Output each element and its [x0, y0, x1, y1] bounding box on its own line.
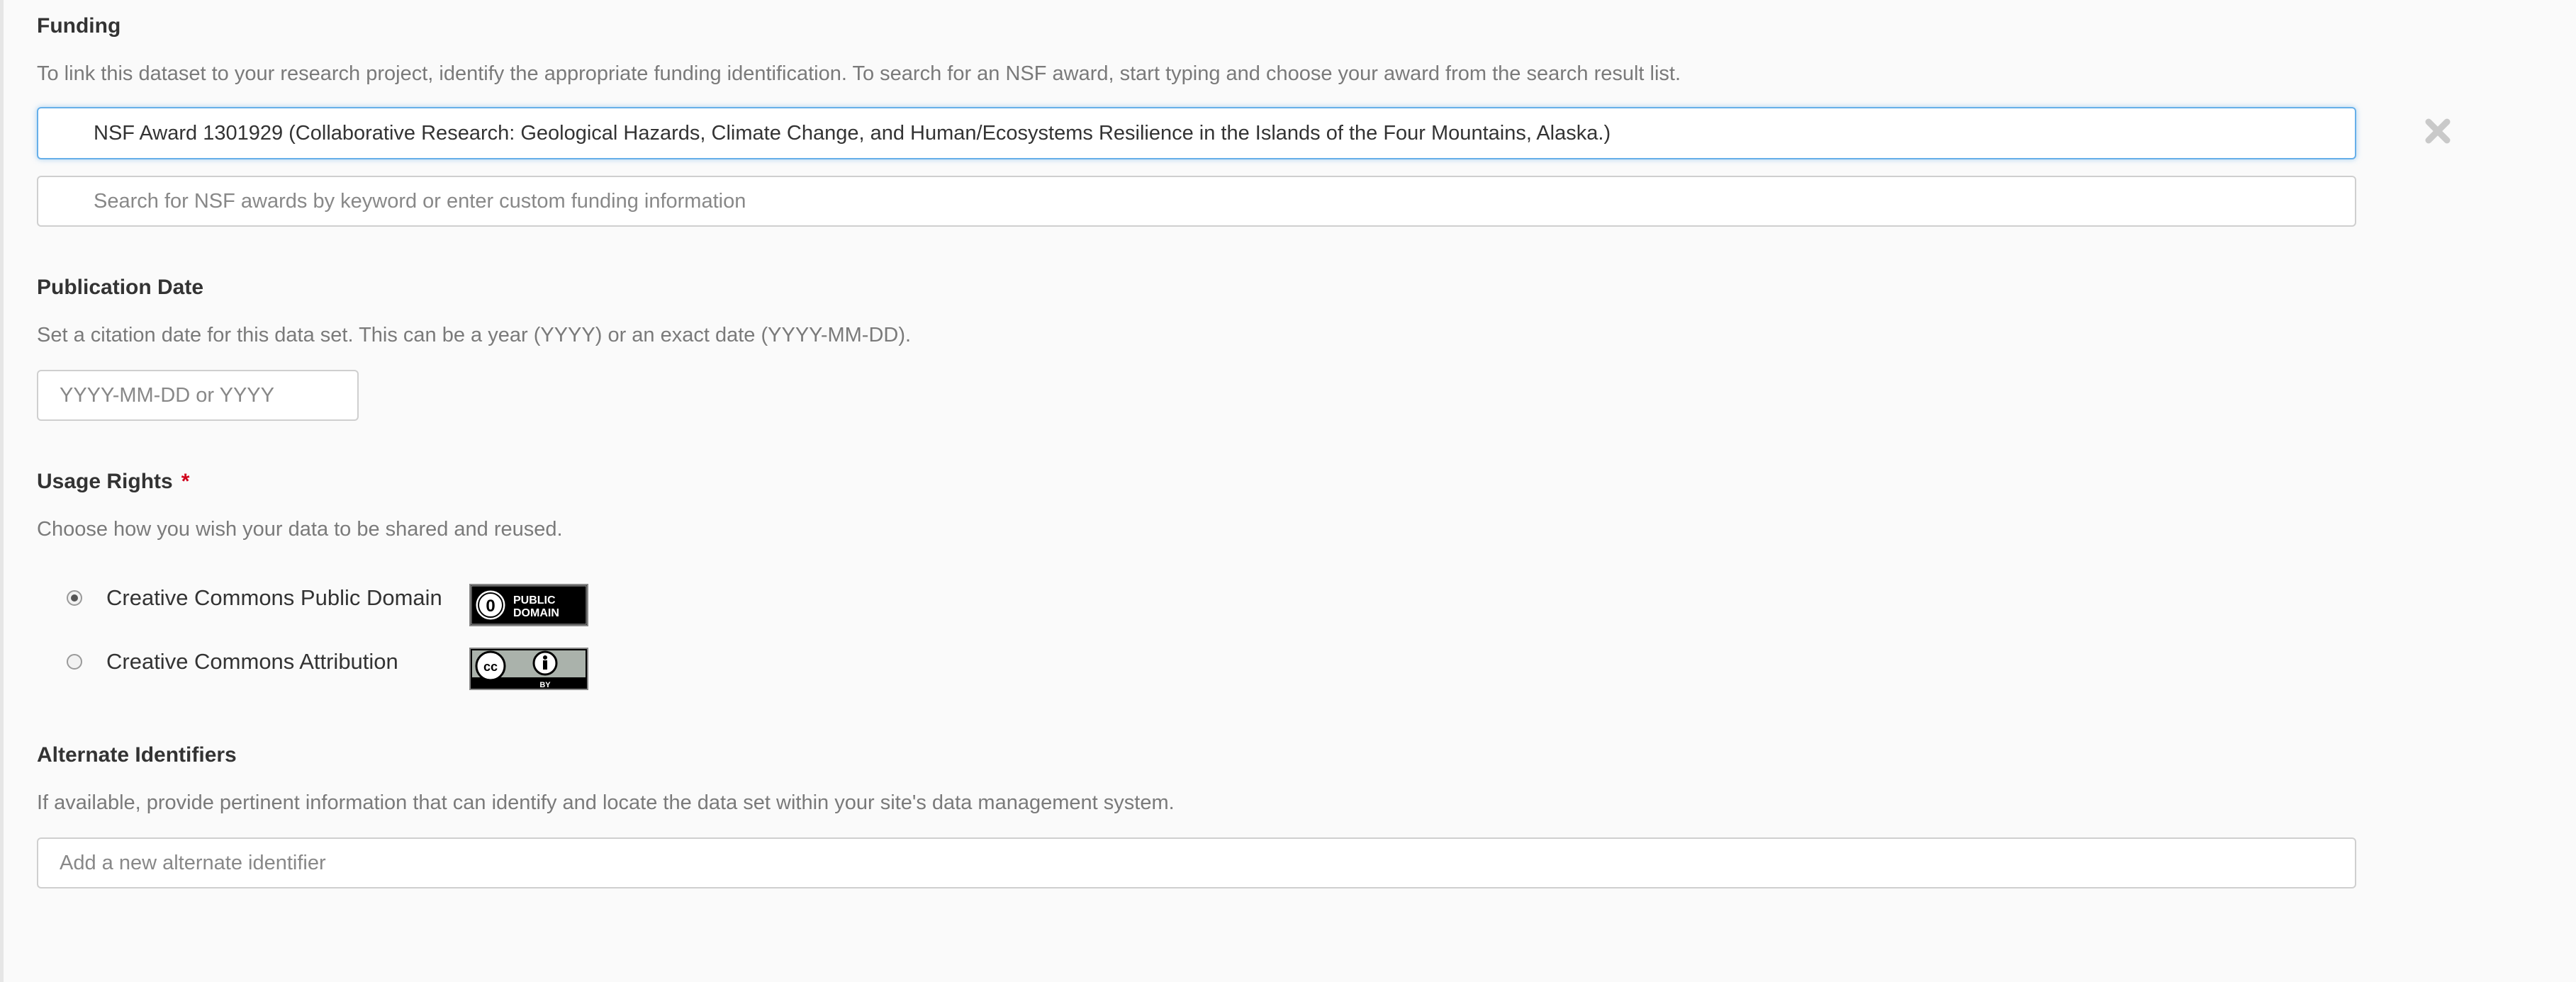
alternate-identifier-input[interactable]	[37, 837, 2356, 888]
required-marker: *	[181, 470, 190, 493]
close-x-icon[interactable]	[2423, 116, 2453, 146]
usage-option-label: Creative Commons Attribution	[106, 649, 398, 674]
cc0-public-domain-badge-icon: 0 PUBLIC DOMAIN	[469, 584, 588, 626]
radio-public-domain[interactable]	[67, 590, 82, 606]
radio-attribution[interactable]	[67, 654, 82, 670]
svg-text:PUBLIC: PUBLIC	[513, 594, 556, 606]
cc-by-attribution-badge-icon: cc BY	[469, 648, 588, 690]
publication-date-heading: Publication Date	[37, 276, 204, 299]
funding-award-input[interactable]	[37, 107, 2356, 159]
usage-option-attribution[interactable]: Creative Commons Attribution	[67, 649, 398, 675]
svg-text:BY: BY	[539, 681, 551, 689]
svg-text:0: 0	[486, 597, 495, 616]
publication-date-input[interactable]	[37, 370, 359, 421]
svg-text:DOMAIN: DOMAIN	[513, 607, 559, 619]
usage-rights-help: Choose how you wish your data to be shar…	[37, 518, 563, 541]
svg-text:cc: cc	[483, 660, 498, 674]
usage-option-public-domain[interactable]: Creative Commons Public Domain	[67, 585, 442, 611]
usage-rights-heading: Usage Rights *	[37, 470, 189, 494]
usage-option-label: Creative Commons Public Domain	[106, 585, 442, 610]
funding-search-input[interactable]	[37, 176, 2356, 227]
usage-rights-label: Usage Rights	[37, 470, 173, 493]
alternate-identifiers-help: If available, provide pertinent informat…	[37, 791, 1175, 814]
funding-heading: Funding	[37, 14, 121, 38]
page-left-border	[0, 0, 4, 982]
funding-help: To link this dataset to your research pr…	[37, 62, 1681, 85]
publication-date-help: Set a citation date for this data set. T…	[37, 324, 912, 346]
alternate-identifiers-heading: Alternate Identifiers	[37, 743, 237, 767]
